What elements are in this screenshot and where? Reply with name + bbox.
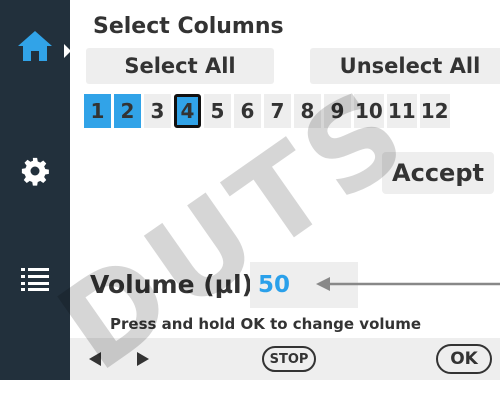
sidebar [0, 0, 71, 380]
select-all-button[interactable]: Select All [86, 48, 274, 84]
pointer-arrow-icon [316, 277, 500, 291]
main-panel: Select Columns Select All Unselect All 1… [70, 0, 500, 380]
column-button[interactable]: 7 [264, 94, 291, 128]
next-button[interactable] [132, 348, 154, 370]
column-button[interactable]: 5 [204, 94, 231, 128]
sidebar-item-settings[interactable] [0, 156, 70, 196]
column-button[interactable]: 9 [324, 94, 351, 128]
column-button[interactable]: 1 [84, 94, 111, 128]
column-button[interactable]: 12 [419, 94, 450, 128]
column-button[interactable]: 10 [354, 94, 384, 128]
accept-button[interactable]: Accept [382, 152, 494, 194]
home-icon [18, 31, 52, 61]
column-selector: 1 2 3 4 5 6 7 8 9 10 11 12 [84, 94, 450, 128]
column-button[interactable]: 3 [144, 94, 171, 128]
prev-button[interactable] [84, 348, 106, 370]
sidebar-item-list[interactable] [0, 266, 70, 306]
volume-hint: Press and hold OK to change volume [110, 315, 421, 333]
select-columns-title: Select Columns [93, 14, 284, 39]
volume-label: Volume (µl) [90, 270, 254, 299]
left-arrow-icon [89, 352, 101, 366]
ok-button[interactable]: OK [436, 344, 492, 374]
column-button[interactable]: 4 [174, 94, 201, 128]
sidebar-item-home[interactable] [0, 28, 70, 72]
gear-icon [21, 157, 49, 186]
column-button[interactable]: 6 [234, 94, 261, 128]
bottom-bar: STOP OK [70, 338, 500, 380]
column-button[interactable]: 11 [386, 94, 417, 128]
column-button[interactable]: 8 [294, 94, 321, 128]
stop-button[interactable]: STOP [262, 346, 316, 372]
column-button[interactable]: 2 [114, 94, 141, 128]
unselect-all-button[interactable]: Unselect All [310, 48, 500, 84]
list-icon [21, 268, 49, 291]
right-arrow-icon [137, 352, 149, 366]
volume-value: 50 [258, 272, 291, 298]
